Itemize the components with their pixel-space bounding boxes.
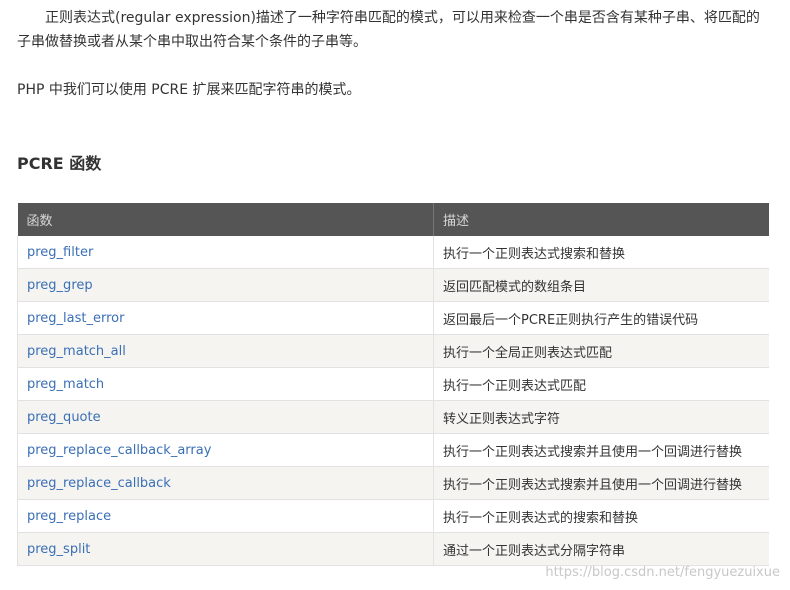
description-cell: 执行一个正则表达式搜索并且使用一个回调进行替换 <box>433 433 769 467</box>
function-link[interactable]: preg_quote <box>27 410 101 425</box>
php-note-paragraph: PHP 中我们可以使用 PCRE 扩展来匹配字符串的模式。 <box>17 82 361 98</box>
function-link[interactable]: preg_replace_callback <box>27 476 171 491</box>
header-description: 描述 <box>433 203 769 236</box>
function-cell: preg_grep <box>17 268 434 302</box>
table-row: preg_quote 转义正则表达式字符 <box>17 400 769 434</box>
header-function: 函数 <box>17 203 434 236</box>
function-link[interactable]: preg_match_all <box>27 344 126 359</box>
pcre-functions-table-wrapper: 函数 描述 preg_filter 执行一个正则表达式搜索和替换 preg_gr… <box>17 203 769 566</box>
pcre-functions-table: 函数 描述 preg_filter 执行一个正则表达式搜索和替换 preg_gr… <box>17 203 769 566</box>
function-cell: preg_replace_callback <box>17 466 434 500</box>
table-row: preg_replace_callback 执行一个正则表达式搜索并且使用一个回… <box>17 466 769 500</box>
intro-paragraph: 正则表达式(regular expression)描述了一种字符串匹配的模式，可… <box>17 10 760 50</box>
table-row: preg_grep 返回匹配模式的数组条目 <box>17 268 769 302</box>
function-cell: preg_split <box>17 532 434 566</box>
function-link[interactable]: preg_split <box>27 542 90 557</box>
table-row: preg_split 通过一个正则表达式分隔字符串 <box>17 532 769 566</box>
description-cell: 执行一个正则表达式的搜索和替换 <box>433 499 769 533</box>
table-row: preg_replace 执行一个正则表达式的搜索和替换 <box>17 499 769 533</box>
description-cell: 返回匹配模式的数组条目 <box>433 268 769 302</box>
section-heading: PCRE 函数 <box>17 154 102 173</box>
table-header-row: 函数 描述 <box>17 203 769 236</box>
function-cell: preg_filter <box>17 236 434 269</box>
function-cell: preg_last_error <box>17 301 434 335</box>
description-cell: 通过一个正则表达式分隔字符串 <box>433 532 769 566</box>
function-link[interactable]: preg_last_error <box>27 311 124 326</box>
table-row: preg_match 执行一个正则表达式匹配 <box>17 367 769 401</box>
function-link[interactable]: preg_filter <box>27 245 93 260</box>
function-cell: preg_quote <box>17 400 434 434</box>
function-link[interactable]: preg_match <box>27 377 104 392</box>
description-cell: 执行一个全局正则表达式匹配 <box>433 334 769 368</box>
watermark: https://blog.csdn.net/fengyuezuixue <box>545 565 780 580</box>
description-cell: 执行一个正则表达式搜索和替换 <box>433 236 769 269</box>
table-row: preg_match_all 执行一个全局正则表达式匹配 <box>17 334 769 368</box>
function-link[interactable]: preg_grep <box>27 278 93 293</box>
table-row: preg_last_error 返回最后一个PCRE正则执行产生的错误代码 <box>17 301 769 335</box>
description-cell: 转义正则表达式字符 <box>433 400 769 434</box>
description-cell: 执行一个正则表达式匹配 <box>433 367 769 401</box>
table-row: preg_replace_callback_array 执行一个正则表达式搜索并… <box>17 433 769 467</box>
function-cell: preg_match <box>17 367 434 401</box>
function-link[interactable]: preg_replace <box>27 509 111 524</box>
table-row: preg_filter 执行一个正则表达式搜索和替换 <box>17 236 769 269</box>
function-link[interactable]: preg_replace_callback_array <box>27 443 211 458</box>
function-cell: preg_replace_callback_array <box>17 433 434 467</box>
function-cell: preg_replace <box>17 499 434 533</box>
description-cell: 执行一个正则表达式搜索并且使用一个回调进行替换 <box>433 466 769 500</box>
function-cell: preg_match_all <box>17 334 434 368</box>
description-cell: 返回最后一个PCRE正则执行产生的错误代码 <box>433 301 769 335</box>
article-content: 正则表达式(regular expression)描述了一种字符串匹配的模式，可… <box>17 6 787 566</box>
